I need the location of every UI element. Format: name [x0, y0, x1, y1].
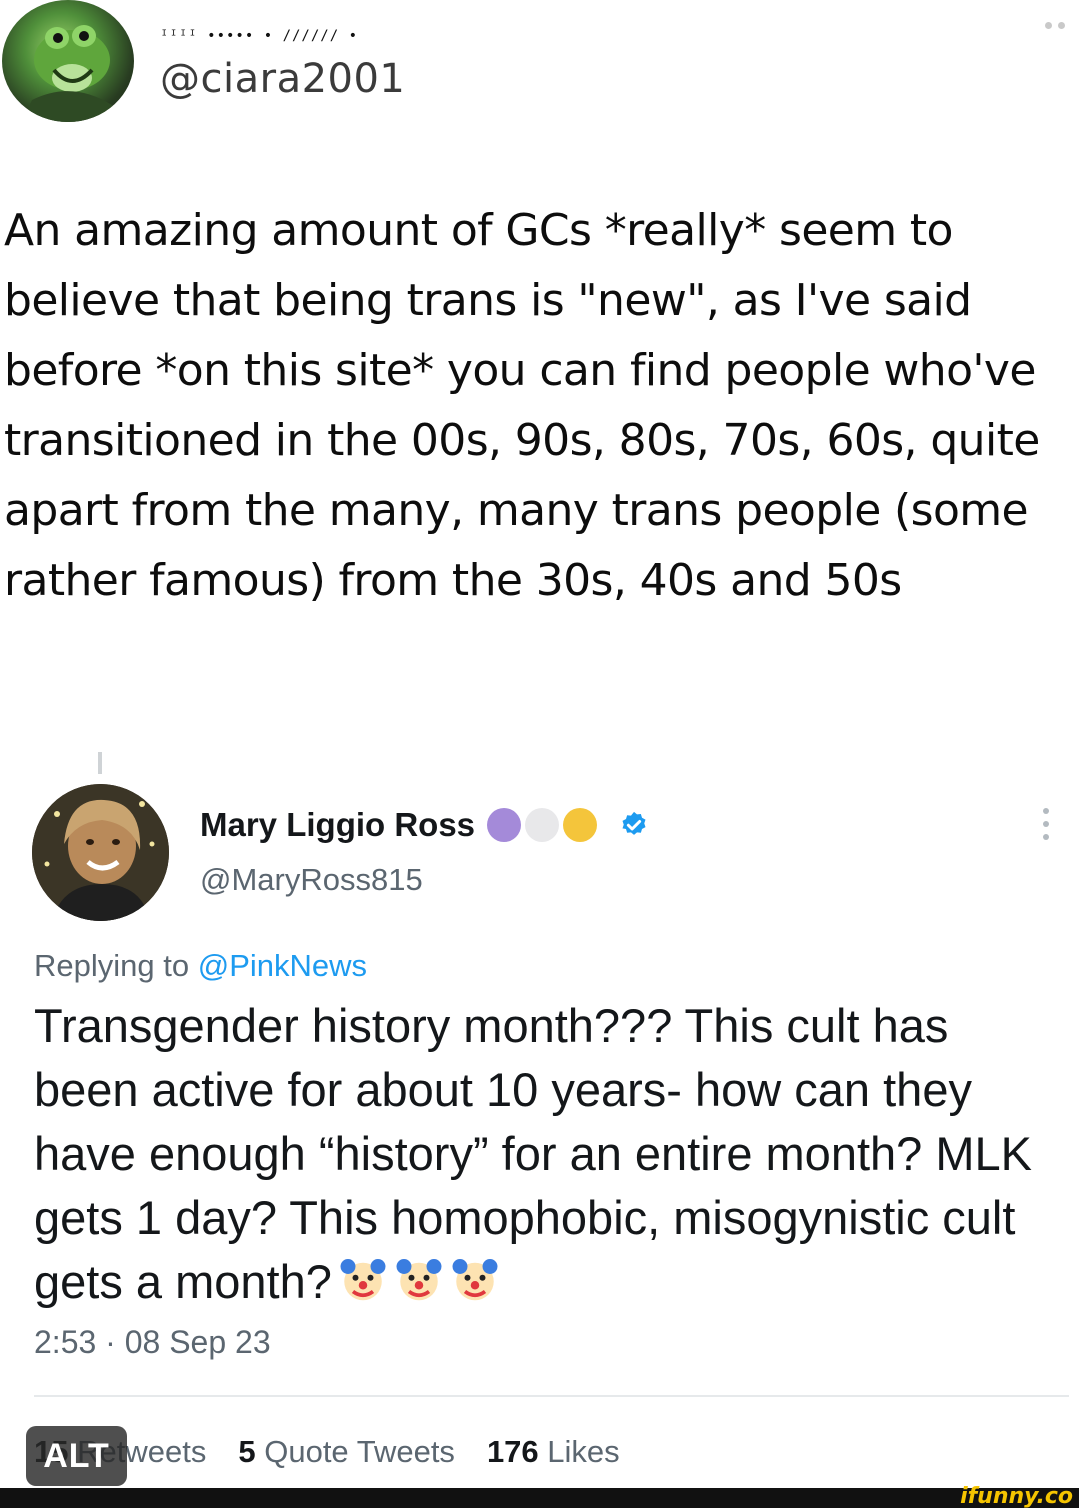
- clown-icon: [396, 1259, 442, 1301]
- reply-tweet-text: Transgender history month??? This cult h…: [34, 994, 1044, 1314]
- quotes-label: Quote Tweets: [264, 1434, 455, 1469]
- reply-text-body: Transgender history month??? This cult h…: [34, 999, 1032, 1308]
- divider: [34, 1395, 1069, 1397]
- replying-prefix: Replying to: [34, 948, 198, 983]
- yellow-circle-icon: [563, 808, 598, 842]
- name-emoji-dots: [487, 808, 598, 842]
- reply-avatar[interactable]: [32, 784, 169, 921]
- display-name[interactable]: ᴵᴵᴵᴵ ••••• • ////// •: [160, 28, 358, 48]
- white-circle-icon: [525, 808, 560, 842]
- user-handle[interactable]: @ciara2001: [160, 56, 405, 102]
- profile-photo-image: [32, 784, 169, 921]
- alt-text-button[interactable]: ALT: [26, 1426, 127, 1486]
- purple-circle-icon: [487, 808, 522, 842]
- likes-count: 176: [486, 1434, 539, 1469]
- verified-badge-icon: [622, 811, 646, 835]
- bottom-bar: [0, 1488, 1079, 1508]
- avatar[interactable]: [2, 0, 134, 122]
- watermark-logo: ifunny.co: [960, 1484, 1073, 1509]
- reply-name-row: Mary Liggio Ross: [200, 806, 649, 844]
- post-text: An amazing amount of GCs *really* seem t…: [4, 205, 1040, 606]
- more-dots-icon[interactable]: [1045, 22, 1065, 29]
- clown-icon: [452, 1259, 498, 1301]
- tweet-timestamp[interactable]: 2:53 · 08 Sep 23: [34, 1324, 271, 1361]
- quotes-count: 5: [238, 1434, 256, 1469]
- clown-icon: [340, 1259, 386, 1301]
- thread-line: [98, 752, 102, 774]
- replying-mention-link[interactable]: @PinkNews: [198, 948, 367, 983]
- reply-display-name[interactable]: Mary Liggio Ross: [200, 806, 475, 844]
- more-options-icon[interactable]: [1043, 808, 1049, 840]
- likes-label: Likes: [547, 1434, 620, 1469]
- likes-stat[interactable]: 176 Likes: [487, 1434, 620, 1470]
- quote-tweets-stat[interactable]: 5 Quote Tweets: [238, 1434, 455, 1470]
- replying-to: Replying to @PinkNews: [34, 948, 367, 984]
- reply-handle[interactable]: @MaryRoss815: [200, 862, 423, 898]
- frog-avatar-image: [22, 25, 122, 122]
